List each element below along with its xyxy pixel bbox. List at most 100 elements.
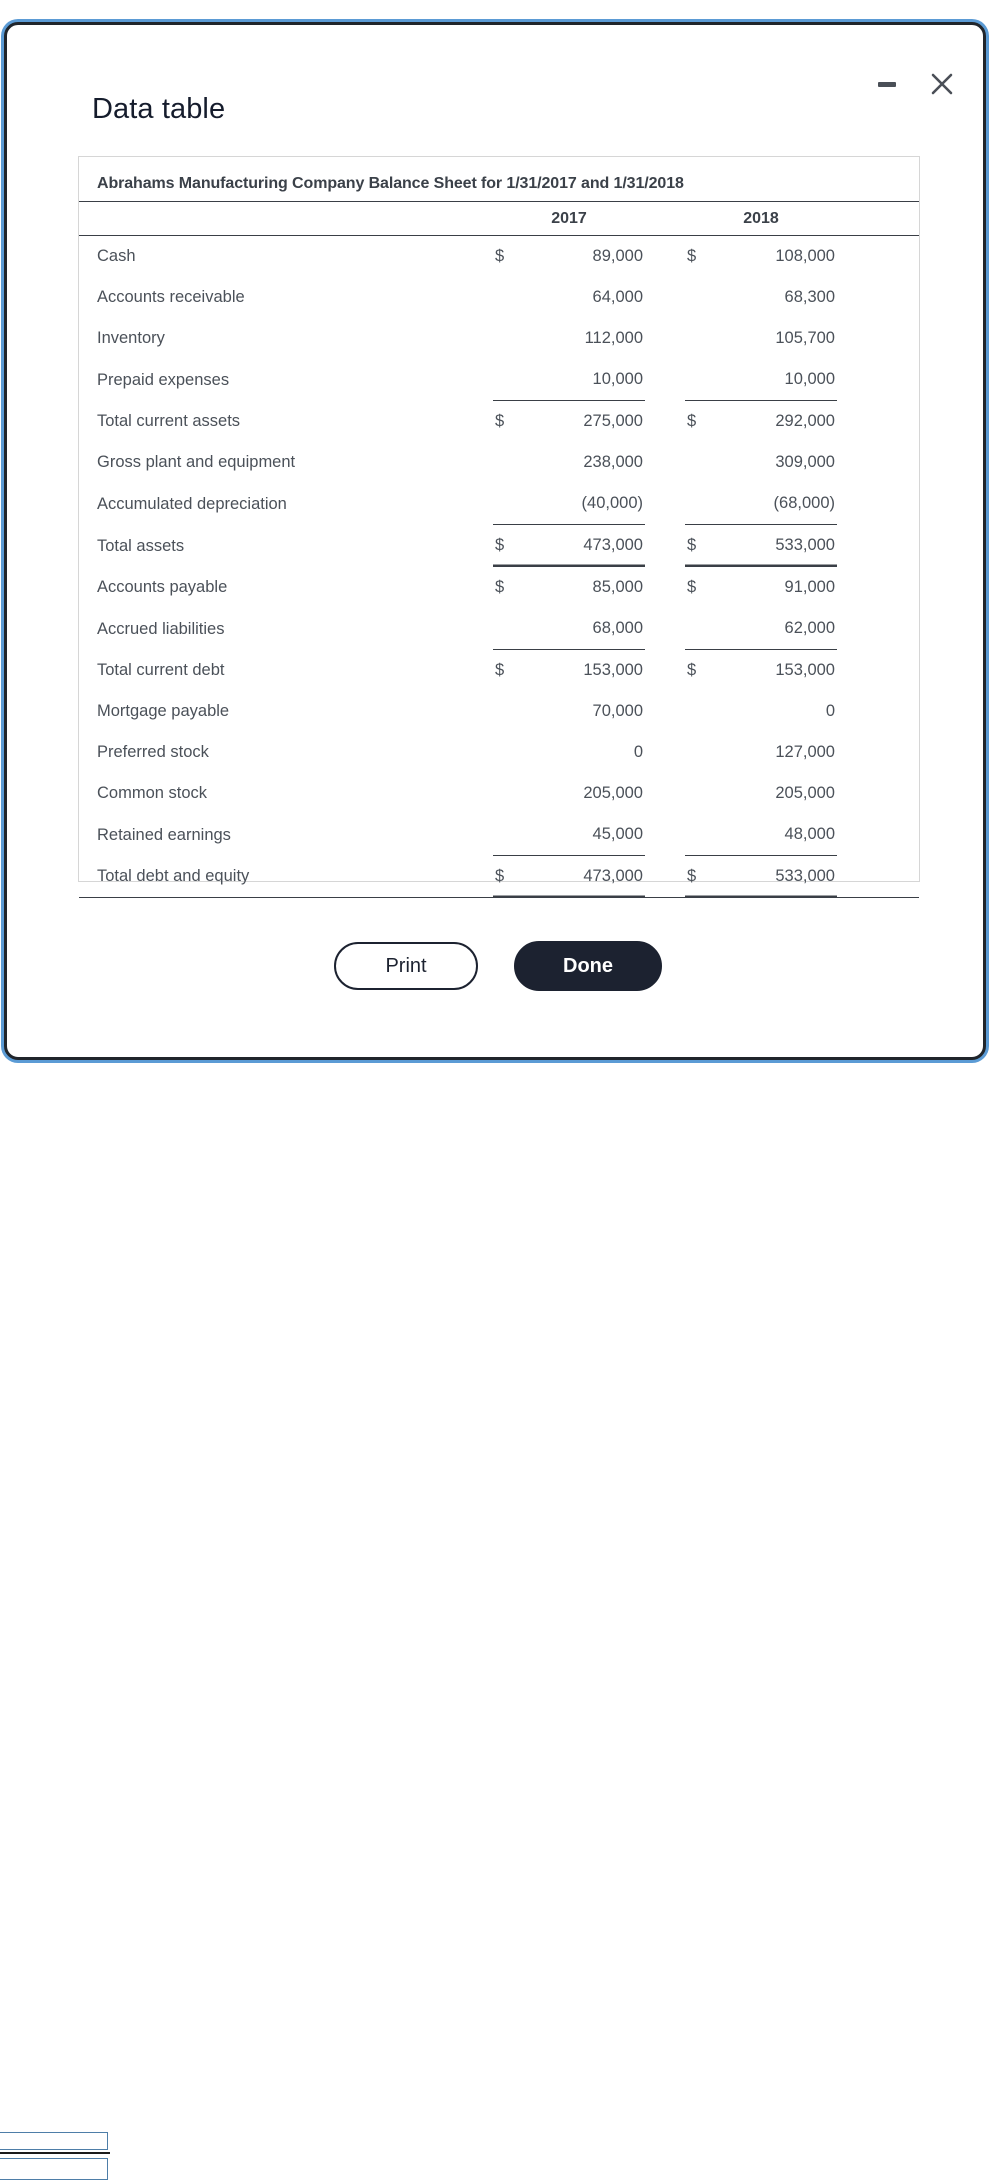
- row-currency-2018: [685, 483, 719, 525]
- table-caption: Abrahams Manufacturing Company Balance S…: [79, 157, 920, 202]
- done-button[interactable]: Done: [514, 941, 662, 991]
- row-value-2018: 0: [825, 702, 835, 720]
- row-currency-2017: $: [495, 412, 505, 430]
- row-gap: [645, 773, 685, 814]
- row-currency-2017: [493, 359, 527, 401]
- row-gap: [645, 608, 685, 650]
- row-gap: [645, 650, 685, 692]
- table-row: Common stock 205,000 205,000: [79, 773, 919, 814]
- header-gap: [645, 201, 685, 236]
- close-icon: [931, 73, 953, 95]
- row-currency-2018: [685, 732, 719, 773]
- row-value-2018: 205,000: [775, 784, 835, 802]
- row-currency-2017: $: [493, 855, 527, 898]
- row-gap: [645, 401, 685, 443]
- header-2018: 2018: [685, 201, 837, 236]
- row-label: Accounts payable: [97, 578, 228, 596]
- window-controls: [873, 69, 957, 99]
- table-row: Mortgage payable 70,000 0: [79, 691, 919, 732]
- header-pad: [837, 201, 920, 236]
- row-value-2018: 292,000: [775, 412, 835, 430]
- row-value-2017: 45,000: [527, 814, 645, 856]
- background-page: [0, 1064, 990, 2180]
- row-pad: [837, 318, 919, 359]
- row-label: Accrued liabilities: [97, 619, 225, 638]
- row-label: Total assets: [97, 536, 185, 555]
- row-gap: [645, 525, 685, 567]
- row-value-2017: 275,000: [583, 412, 643, 430]
- print-button[interactable]: Print: [334, 942, 478, 990]
- background-box-lower: [0, 2158, 108, 2180]
- table-row: Total assets $473,000 $533,000: [79, 524, 919, 567]
- table-row: Accounts payable $85,000 $91,000: [79, 567, 919, 609]
- row-value-2018: 62,000: [719, 608, 837, 650]
- row-value-2017: 70,000: [592, 702, 643, 720]
- row-value-2017: 0: [633, 743, 643, 761]
- row-label: Cash: [97, 247, 136, 265]
- row-currency-2017: [493, 732, 527, 773]
- row-gap: [645, 732, 685, 773]
- row-value-2017: 64,000: [592, 288, 643, 306]
- row-currency-2017: $: [495, 578, 505, 596]
- row-value-2018: 105,700: [775, 329, 835, 347]
- row-value-2018: 533,000: [719, 855, 837, 898]
- background-rule: [0, 2152, 110, 2154]
- row-pad: [837, 442, 919, 483]
- row-currency-2018: $: [687, 661, 697, 679]
- row-currency-2017: [493, 773, 527, 814]
- row-gap: [645, 691, 685, 732]
- row-currency-2018: $: [687, 578, 697, 596]
- row-currency-2017: [493, 277, 527, 318]
- row-value-2018: 68,300: [784, 288, 835, 306]
- row-pad: [837, 650, 919, 692]
- row-value-2017: 238,000: [583, 453, 643, 471]
- table-row: Inventory 112,000 105,700: [79, 318, 919, 359]
- close-button[interactable]: [927, 69, 957, 99]
- row-currency-2017: [493, 483, 527, 525]
- row-label: Mortgage payable: [97, 702, 230, 720]
- row-currency-2018: [685, 691, 719, 732]
- row-value-2017: 10,000: [527, 359, 645, 401]
- row-pad: [837, 691, 919, 732]
- row-value-2018: 127,000: [775, 743, 835, 761]
- row-gap: [645, 855, 685, 898]
- row-pad: [837, 567, 919, 609]
- row-pad: [837, 359, 919, 401]
- header-blank: [79, 201, 493, 236]
- row-label: Total debt and equity: [79, 855, 493, 898]
- row-currency-2017: $: [495, 661, 505, 679]
- row-label: Inventory: [97, 329, 165, 347]
- balance-sheet-table: Abrahams Manufacturing Company Balance S…: [79, 157, 920, 898]
- header-2017: 2017: [493, 201, 645, 236]
- row-currency-2018: $: [685, 855, 719, 898]
- data-table-panel: Abrahams Manufacturing Company Balance S…: [78, 156, 920, 898]
- row-pad: [837, 401, 919, 443]
- row-gap: [645, 814, 685, 856]
- row-value-2017: 112,000: [584, 329, 643, 347]
- row-currency-2018: [685, 773, 719, 814]
- row-value-2017: 68,000: [527, 608, 645, 650]
- row-currency-2018: [685, 277, 719, 318]
- row-label: Accounts receivable: [97, 288, 245, 306]
- row-label: Accumulated depreciation: [97, 494, 287, 513]
- row-gap: [645, 442, 685, 483]
- table-row: Retained earnings 45,000 48,000: [79, 814, 919, 856]
- minimize-button[interactable]: [873, 70, 901, 98]
- row-currency-2018: [685, 318, 719, 359]
- row-pad: [837, 855, 920, 898]
- row-value-2018: 48,000: [719, 814, 837, 856]
- row-gap: [645, 277, 685, 318]
- row-value-2017: (40,000): [527, 483, 645, 525]
- row-value-2017: 153,000: [583, 661, 643, 679]
- row-value-2018: 10,000: [719, 359, 837, 401]
- row-label: Total current debt: [97, 661, 225, 679]
- row-gap: [645, 236, 685, 278]
- table-row: Total current assets $275,000 $292,000: [79, 401, 919, 443]
- row-label: Total current assets: [97, 412, 241, 430]
- row-value-2017: 473,000: [527, 855, 645, 898]
- row-pad: [837, 483, 919, 525]
- table-row: Preferred stock 0 127,000: [79, 732, 919, 773]
- table-row: Accrued liabilities 68,000 62,000: [79, 608, 919, 650]
- row-value-2017: 205,000: [583, 784, 643, 802]
- row-currency-2017: [493, 814, 527, 856]
